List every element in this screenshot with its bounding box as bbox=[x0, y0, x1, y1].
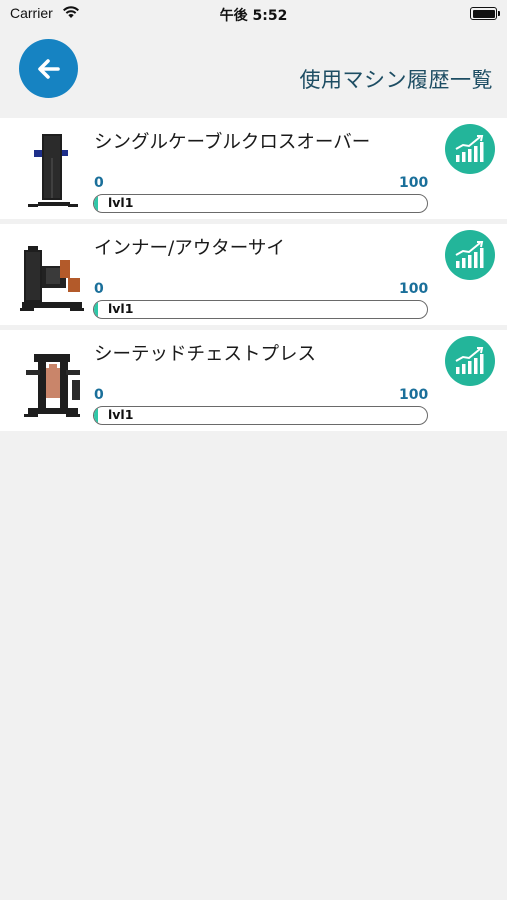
battery-icon bbox=[470, 7, 500, 20]
machine-history-list: シングルケーブルクロスオーバー 0 100 lvl1 インナー/アウターサイ 0… bbox=[0, 116, 507, 436]
list-item[interactable]: シーテッドチェストプレス 0 100 lvl1 bbox=[0, 330, 507, 431]
stats-button[interactable] bbox=[445, 124, 495, 174]
range-max-label: 100 bbox=[399, 175, 429, 191]
range-max-label: 100 bbox=[399, 387, 429, 403]
status-bar: Carrier 午後 5:52 bbox=[0, 0, 507, 28]
inner-outer-thigh-machine-image bbox=[20, 246, 84, 311]
machine-name: シーテッドチェストプレス bbox=[94, 344, 317, 365]
back-button[interactable] bbox=[19, 39, 78, 98]
seated-chest-press-machine-image bbox=[24, 354, 80, 417]
stats-button[interactable] bbox=[445, 336, 495, 386]
level-label: lvl1 bbox=[108, 195, 134, 210]
progress-fill bbox=[94, 195, 98, 212]
bar-chart-icon bbox=[455, 135, 484, 162]
range-min-label: 0 bbox=[94, 281, 104, 297]
list-item[interactable]: シングルケーブルクロスオーバー 0 100 lvl1 bbox=[0, 118, 507, 219]
machine-name: シングルケーブルクロスオーバー bbox=[94, 132, 371, 153]
page-title: 使用マシン履歴一覧 bbox=[299, 68, 493, 92]
bar-chart-icon bbox=[455, 347, 484, 374]
level-label: lvl1 bbox=[108, 407, 134, 422]
machine-name: インナー/アウターサイ bbox=[94, 238, 285, 259]
status-time: 午後 5:52 bbox=[219, 8, 288, 24]
range-max-label: 100 bbox=[399, 281, 429, 297]
level-progress-bar: lvl1 bbox=[93, 300, 428, 319]
header: 使用マシン履歴一覧 bbox=[0, 28, 507, 116]
list-item[interactable]: インナー/アウターサイ 0 100 lvl1 bbox=[0, 224, 507, 325]
progress-fill bbox=[94, 407, 98, 424]
cable-crossover-machine-image bbox=[28, 134, 78, 207]
range-min-label: 0 bbox=[94, 387, 104, 403]
bar-chart-icon bbox=[455, 241, 484, 268]
stats-button[interactable] bbox=[445, 230, 495, 280]
progress-fill bbox=[94, 301, 98, 318]
level-progress-bar: lvl1 bbox=[93, 406, 428, 425]
arrow-left-icon bbox=[37, 58, 60, 79]
level-label: lvl1 bbox=[108, 301, 134, 316]
level-progress-bar: lvl1 bbox=[93, 194, 428, 213]
range-min-label: 0 bbox=[94, 175, 104, 191]
